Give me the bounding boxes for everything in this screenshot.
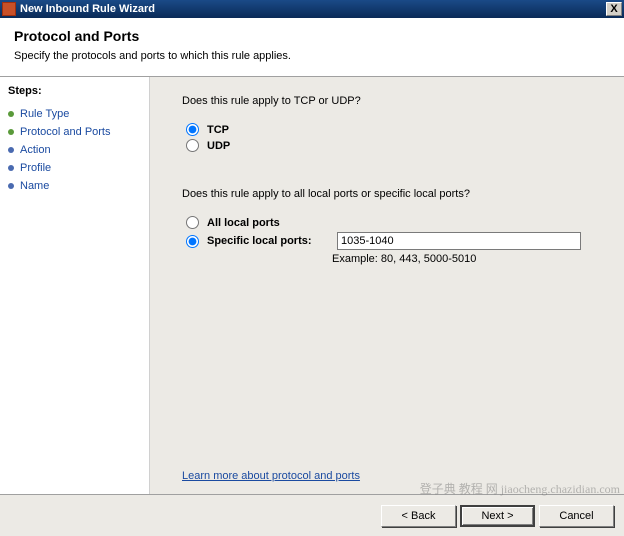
steps-heading: Steps:: [6, 85, 143, 97]
question-ports: Does this rule apply to all local ports …: [182, 188, 602, 200]
window-title: New Inbound Rule Wizard: [20, 3, 606, 15]
step-bullet-icon: [8, 129, 14, 135]
ports-example: Example: 80, 443, 5000-5010: [332, 253, 602, 265]
step-protocol-ports[interactable]: Protocol and Ports: [6, 123, 143, 141]
next-button[interactable]: Next >: [460, 505, 535, 527]
page-title: Protocol and Ports: [14, 28, 610, 44]
step-name[interactable]: Name: [6, 177, 143, 195]
step-action[interactable]: Action: [6, 141, 143, 159]
ports-section: Does this rule apply to all local ports …: [182, 188, 602, 265]
steps-sidebar: Steps: Rule Type Protocol and Ports Acti…: [0, 77, 150, 494]
radio-row-specific-ports[interactable]: Specific local ports:: [186, 232, 602, 250]
label-udp: UDP: [207, 140, 230, 152]
wizard-footer: < Back Next > Cancel: [0, 494, 624, 536]
step-rule-type[interactable]: Rule Type: [6, 105, 143, 123]
cancel-button[interactable]: Cancel: [539, 505, 614, 527]
radio-all-ports[interactable]: [186, 216, 199, 229]
main-panel: Does this rule apply to TCP or UDP? TCP …: [150, 77, 624, 494]
step-bullet-icon: [8, 183, 14, 189]
radio-row-tcp[interactable]: TCP: [186, 123, 602, 136]
specific-ports-input[interactable]: [337, 232, 581, 250]
label-all-ports: All local ports: [207, 217, 337, 229]
radio-tcp[interactable]: [186, 123, 199, 136]
radio-row-all-ports[interactable]: All local ports: [186, 216, 602, 229]
step-bullet-icon: [8, 147, 14, 153]
close-button[interactable]: X: [606, 2, 622, 16]
step-profile[interactable]: Profile: [6, 159, 143, 177]
radio-row-udp[interactable]: UDP: [186, 139, 602, 152]
back-button[interactable]: < Back: [381, 505, 456, 527]
radio-specific-ports[interactable]: [186, 235, 199, 248]
page-subtitle: Specify the protocols and ports to which…: [14, 50, 610, 62]
wizard-header: Protocol and Ports Specify the protocols…: [0, 18, 624, 77]
label-tcp: TCP: [207, 124, 229, 136]
step-label: Name: [20, 180, 49, 192]
app-icon: [2, 2, 16, 16]
step-bullet-icon: [8, 165, 14, 171]
titlebar: New Inbound Rule Wizard X: [0, 0, 624, 18]
learn-more-link[interactable]: Learn more about protocol and ports: [182, 470, 360, 482]
step-bullet-icon: [8, 111, 14, 117]
label-specific-ports: Specific local ports:: [207, 235, 337, 247]
wizard-body: Steps: Rule Type Protocol and Ports Acti…: [0, 77, 624, 494]
step-label: Rule Type: [20, 108, 69, 120]
step-label: Protocol and Ports: [20, 126, 111, 138]
step-label: Action: [20, 144, 51, 156]
question-protocol: Does this rule apply to TCP or UDP?: [182, 95, 602, 107]
radio-udp[interactable]: [186, 139, 199, 152]
step-label: Profile: [20, 162, 51, 174]
